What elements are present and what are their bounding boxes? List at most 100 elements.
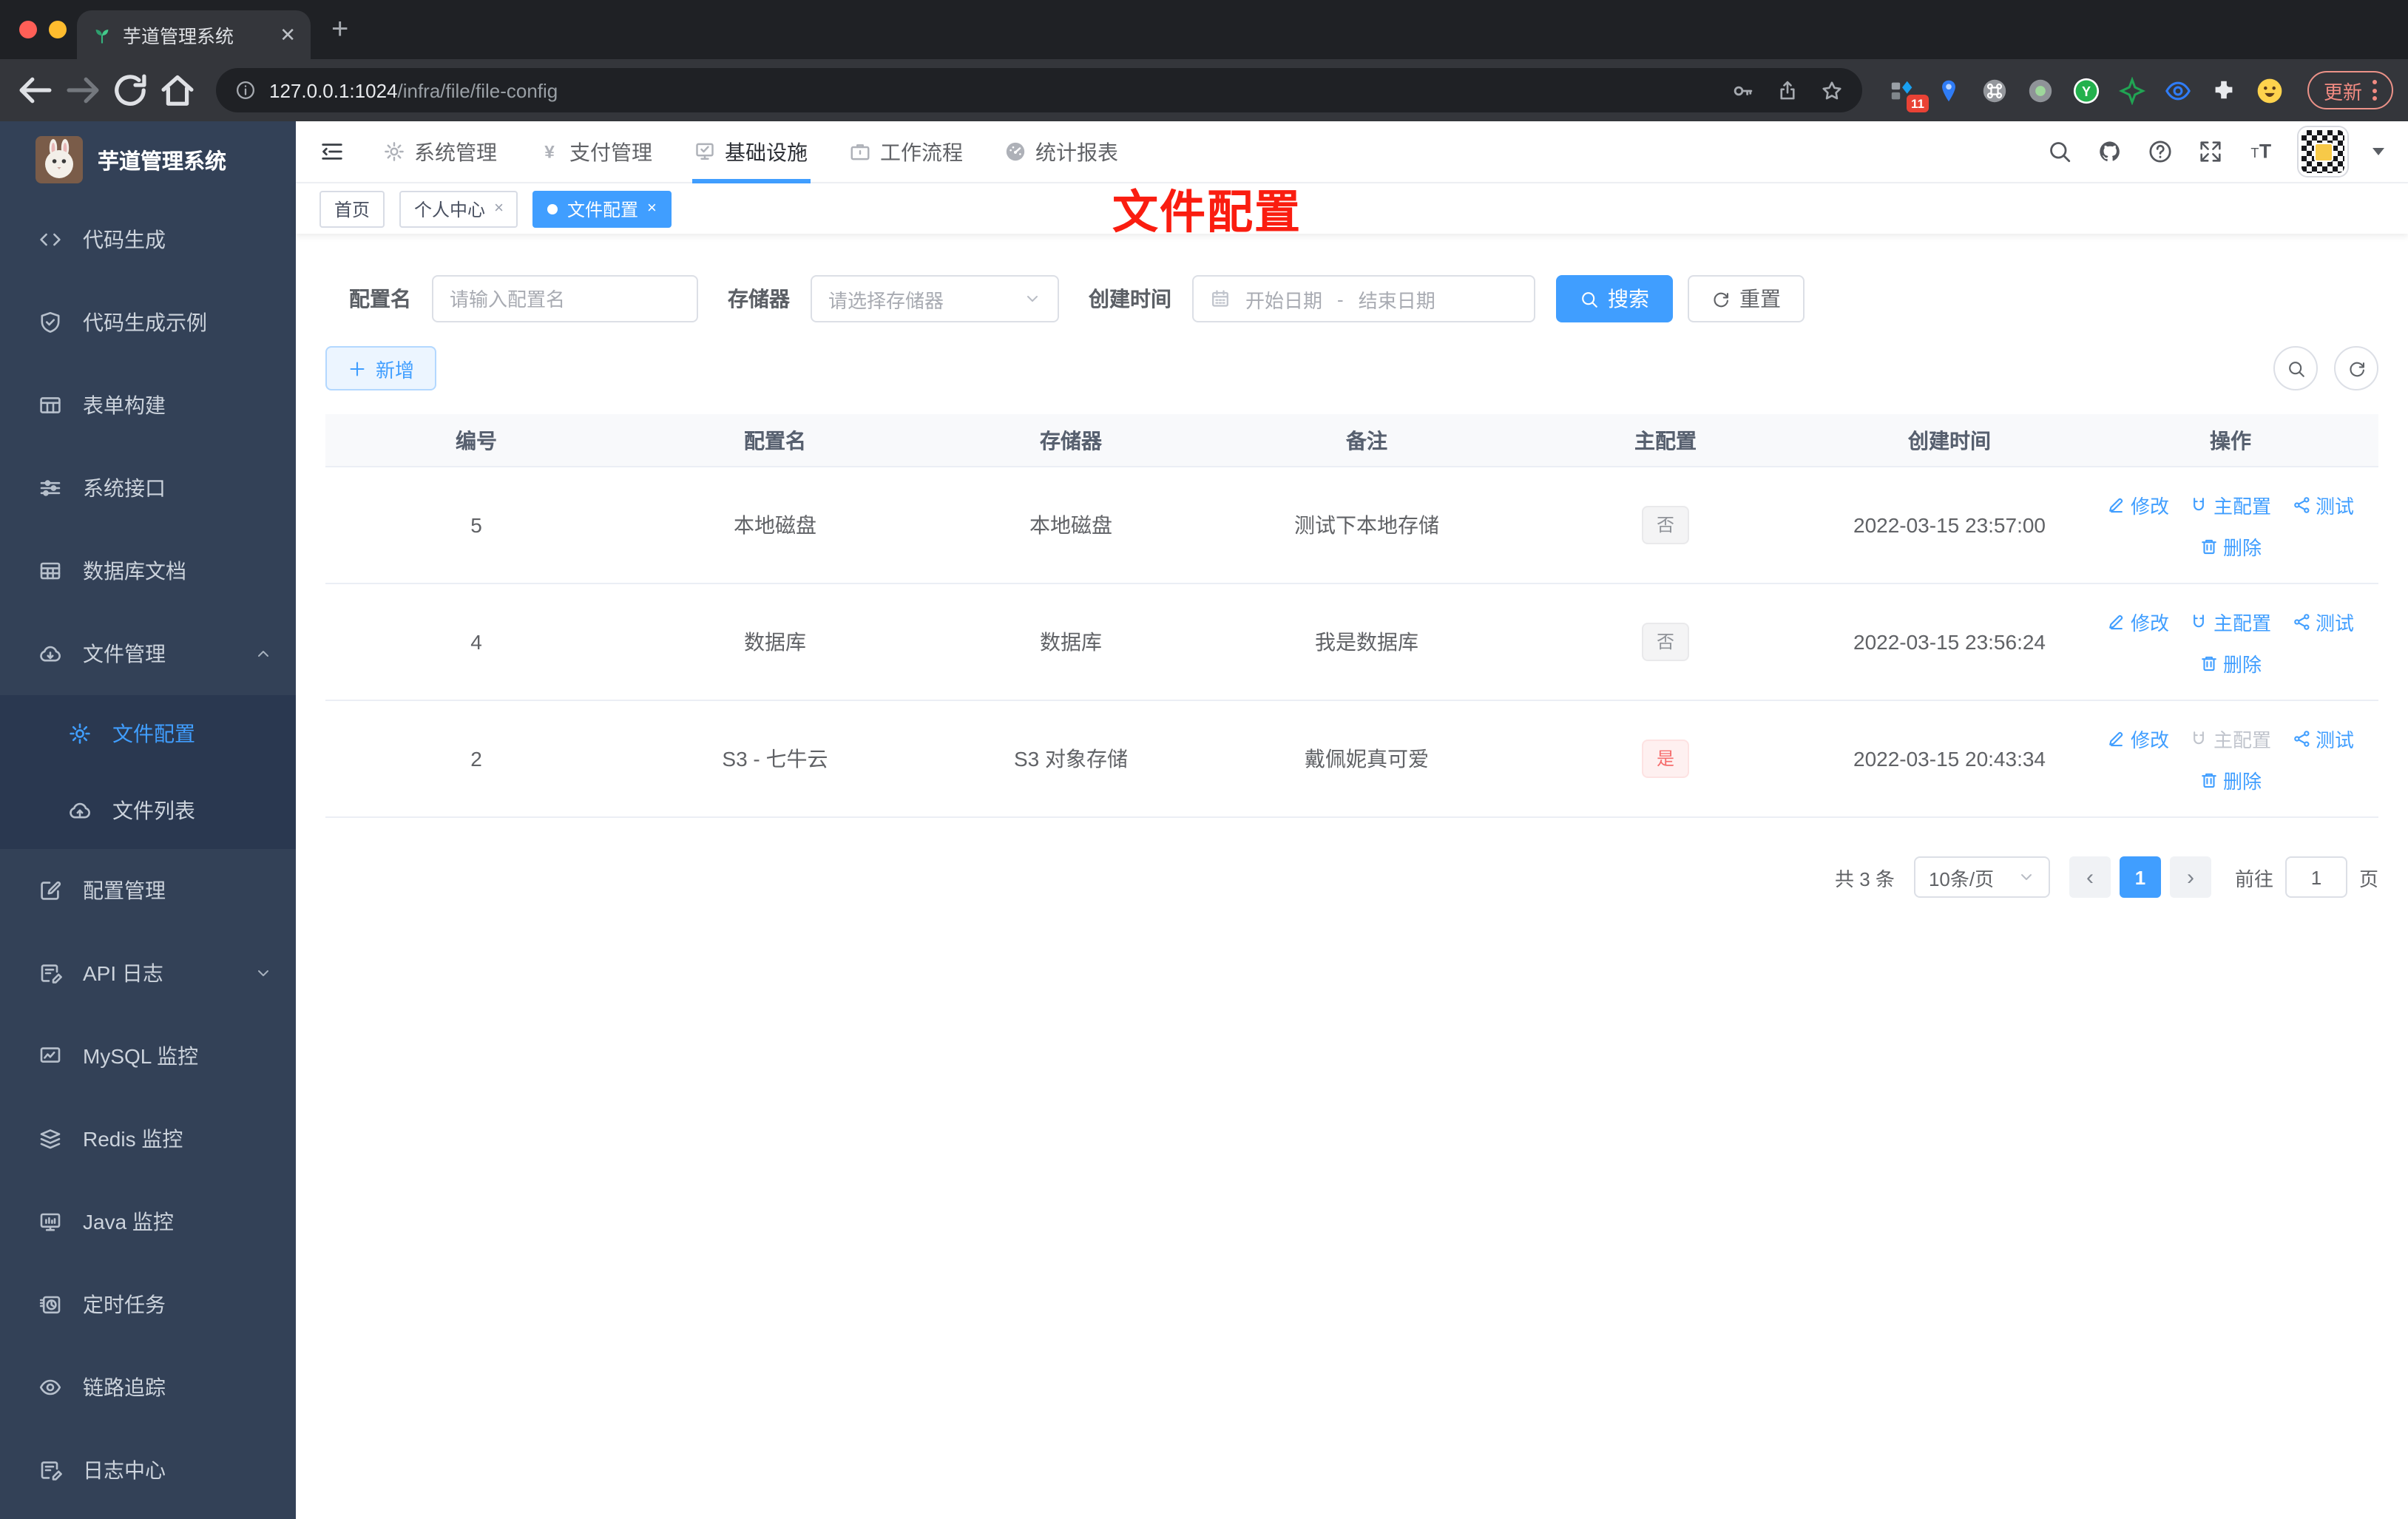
nav-item-system[interactable]: 系统管理 — [362, 121, 518, 182]
doc-edit-icon — [38, 1458, 62, 1482]
pencil-icon — [2107, 728, 2126, 748]
favicon-plant-icon — [92, 24, 112, 45]
dot-circle-extension-icon[interactable] — [2025, 74, 2057, 106]
nav-item-label: 支付管理 — [569, 140, 652, 163]
top-navigation: 系统管理 ¥ 支付管理 基础设施 工作流程 统计报表 — [362, 121, 1139, 182]
chevron-down-icon[interactable] — [2373, 148, 2384, 155]
reset-button-label: 重置 — [1739, 287, 1781, 311]
master-action[interactable]: 主配置 — [2190, 490, 2271, 518]
master-action[interactable]: 主配置 — [2190, 607, 2271, 635]
sidebar-item-java-monitor[interactable]: Java 监控 — [0, 1180, 296, 1263]
column-header: 备注 — [1346, 428, 1387, 452]
sidebar-item-code-gen-demo[interactable]: 代码生成示例 — [0, 281, 296, 364]
forward-icon[interactable] — [62, 70, 104, 111]
nav-item-workflow[interactable]: 工作流程 — [828, 121, 984, 182]
collapse-sidebar-icon[interactable] — [319, 139, 345, 164]
y-extension-icon[interactable]: Y — [2071, 74, 2103, 106]
back-icon[interactable] — [15, 70, 56, 111]
name-filter-input[interactable] — [450, 288, 680, 310]
tab-manager-extension-icon[interactable]: 11 — [1887, 74, 1929, 112]
home-icon[interactable] — [157, 70, 198, 111]
browser-tab[interactable]: 芋道管理系统 ✕ — [77, 10, 311, 59]
sidebar-item-file-manage[interactable]: 文件管理 — [0, 612, 296, 695]
cell-master: 否 — [1515, 623, 1816, 661]
eye-extension-icon[interactable] — [2162, 74, 2195, 106]
reset-button[interactable]: 重置 — [1688, 275, 1805, 322]
sidebar-item-scheduled-job[interactable]: 定时任务 — [0, 1263, 296, 1346]
time-filter-label: 创建时间 — [1089, 287, 1171, 311]
test-action[interactable]: 测试 — [2292, 724, 2354, 752]
puzzle-extensions-icon[interactable] — [2208, 74, 2241, 106]
tab-profile[interactable]: 个人中心 × — [399, 190, 518, 227]
close-window-button[interactable] — [19, 21, 37, 38]
sidebar-item-redis-monitor[interactable]: Redis 监控 — [0, 1097, 296, 1180]
edit-action[interactable]: 修改 — [2107, 490, 2169, 518]
goto-page-input[interactable] — [2284, 856, 2347, 898]
sidebar-item-mysql-monitor[interactable]: MySQL 监控 — [0, 1015, 296, 1097]
browser-menu-icon[interactable] — [2373, 80, 2377, 101]
pin-extension-icon[interactable] — [1933, 74, 1966, 106]
star-extension-icon[interactable] — [2117, 74, 2149, 106]
search-icon[interactable] — [2047, 139, 2072, 164]
nav-item-pay[interactable]: ¥ 支付管理 — [518, 121, 673, 182]
search-button[interactable]: 搜索 — [1556, 275, 1673, 322]
tab-home[interactable]: 首页 — [319, 190, 385, 227]
nav-item-report[interactable]: 统计报表 — [984, 121, 1139, 182]
nav-item-label: 系统管理 — [414, 140, 497, 163]
header-actions: TT — [2047, 127, 2384, 176]
close-icon[interactable]: × — [494, 200, 504, 217]
test-action[interactable]: 测试 — [2292, 607, 2354, 635]
layers-icon — [38, 1127, 62, 1151]
page-number-current[interactable]: 1 — [2119, 856, 2161, 898]
font-size-icon[interactable]: TT — [2248, 139, 2273, 164]
delete-action[interactable]: 删除 — [2199, 532, 2262, 560]
extensions-area: 11 Y — [1880, 74, 2294, 112]
sidebar-item-code-gen[interactable]: 代码生成 — [0, 198, 296, 281]
sidebar-item-system-api[interactable]: 系统接口 — [0, 447, 296, 530]
browser-update-button[interactable]: 更新 — [2307, 71, 2393, 109]
help-icon[interactable] — [2148, 139, 2173, 164]
bookmark-star-icon[interactable] — [1821, 79, 1843, 101]
sidebar-item-db-doc[interactable]: 数据库文档 — [0, 530, 296, 612]
reload-icon[interactable] — [109, 70, 151, 111]
new-tab-button[interactable]: + — [331, 13, 348, 47]
sidebar-item-log-center[interactable]: 日志中心 — [0, 1429, 296, 1512]
table-refresh-icon[interactable] — [2334, 346, 2378, 390]
action-label: 删除 — [2222, 653, 2262, 675]
close-icon[interactable]: × — [647, 200, 657, 217]
sidebar-item-api-log[interactable]: API 日志 — [0, 932, 296, 1015]
sidebar-item-label: 文件配置 — [112, 722, 195, 745]
sidebar-item-file-list[interactable]: 文件列表 — [0, 772, 296, 849]
sidebar-item-file-config[interactable]: 文件配置 — [0, 695, 296, 772]
nav-item-infra[interactable]: 基础设施 — [673, 121, 828, 182]
sidebar-item-trace[interactable]: 链路追踪 — [0, 1346, 296, 1429]
password-key-icon[interactable] — [1732, 79, 1754, 101]
emoji-extension-icon[interactable] — [2254, 74, 2287, 106]
next-page-button[interactable]: › — [2169, 856, 2211, 898]
tab-file-config[interactable]: 文件配置 × — [532, 190, 672, 227]
tab-close-icon[interactable]: ✕ — [280, 23, 296, 47]
site-info-icon[interactable] — [235, 80, 256, 101]
fullscreen-icon[interactable] — [2198, 139, 2223, 164]
sidebar-item-config-manage[interactable]: 配置管理 — [0, 849, 296, 932]
github-icon[interactable] — [2097, 139, 2123, 164]
user-avatar[interactable] — [2299, 127, 2347, 176]
action-label: 测试 — [2316, 495, 2355, 517]
edit-action[interactable]: 修改 — [2107, 607, 2169, 635]
page-size-select[interactable]: 10条/页 — [1913, 856, 2050, 898]
delete-action[interactable]: 删除 — [2199, 649, 2262, 677]
storage-select[interactable]: 请选择存储器 — [811, 275, 1059, 322]
command-extension-icon[interactable] — [1979, 74, 2012, 106]
sidebar-item-label: 文件管理 — [83, 642, 166, 666]
sidebar-item-form-builder[interactable]: 表单构建 — [0, 364, 296, 447]
share-icon[interactable] — [1776, 79, 1799, 101]
add-button[interactable]: 新增 — [325, 346, 437, 390]
test-action[interactable]: 测试 — [2292, 490, 2354, 518]
table-search-icon[interactable] — [2273, 346, 2318, 390]
delete-action[interactable]: 删除 — [2199, 765, 2262, 794]
address-bar[interactable]: 127.0.0.1:1024/infra/file/file-config — [216, 68, 1862, 112]
edit-action[interactable]: 修改 — [2107, 724, 2169, 752]
prev-page-button[interactable]: ‹ — [2069, 856, 2111, 898]
minimize-window-button[interactable] — [49, 21, 67, 38]
date-range-picker[interactable]: 开始日期 - 结束日期 — [1192, 275, 1535, 322]
